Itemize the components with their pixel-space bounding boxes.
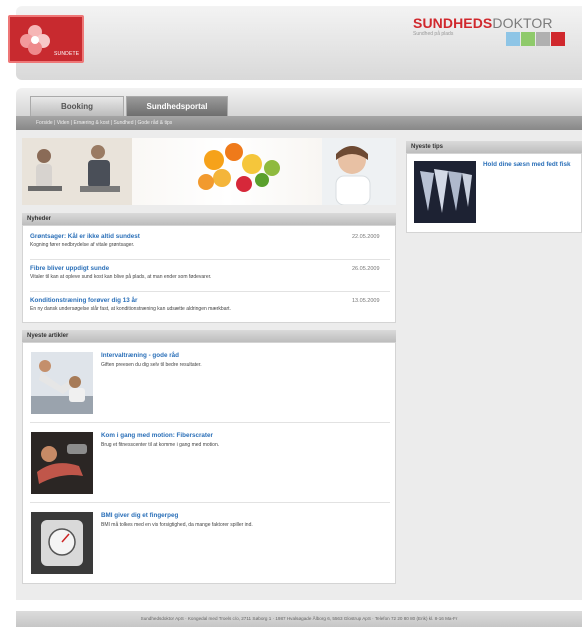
news-item-title[interactable]: Fibre bliver uppdigt sunde	[30, 265, 109, 272]
breadcrumb[interactable]: Forside | Viden | Ernæring & kost | Sund…	[16, 116, 582, 130]
news-divider	[30, 259, 390, 260]
article-thumbnail-image	[31, 352, 93, 414]
hero-banner-illustration	[22, 138, 396, 205]
site-logo[interactable]: SUNDETE	[8, 15, 84, 63]
news-item-date: 22.05.2009	[352, 234, 380, 240]
tab-booking[interactable]: Booking	[30, 96, 124, 116]
logo-flower-icon	[20, 25, 50, 55]
news-divider	[30, 291, 390, 292]
news-item-text: En ny dansk undersøgelse slår fast, at k…	[30, 306, 231, 312]
brand-name-part2: DOKTOR	[492, 15, 553, 31]
logo-text: SUNDETE	[54, 51, 80, 57]
hero-banner	[22, 138, 396, 205]
news-item-text: Vitaler til kan at opleve sund kost kan …	[30, 274, 212, 280]
news-item-date: 26.05.2009	[352, 266, 380, 272]
article-thumbnail-image	[31, 432, 93, 494]
article-text: BMI må tolkes med en vis forsigtighed, d…	[101, 522, 253, 528]
swatch-green	[521, 32, 535, 46]
tip-thumbnail-image	[414, 161, 476, 223]
swatch-red	[551, 32, 565, 46]
swatch-grey	[536, 32, 550, 46]
brand-name-part1: SUNDHEDS	[413, 15, 493, 31]
articles-heading: Nyeste artikler	[22, 330, 396, 342]
brand-tagline: Sundhed på plads	[413, 31, 454, 37]
article-text: Giften preesen du dig selv til bedre res…	[101, 362, 202, 368]
swatch-blue	[506, 32, 520, 46]
article-title[interactable]: Intervaltræning - gode råd	[101, 352, 179, 359]
tips-heading: Nyeste tips	[406, 141, 582, 153]
article-title[interactable]: BMI giver dig et fingerpeg	[101, 512, 178, 519]
article-divider	[30, 502, 390, 503]
news-item-title[interactable]: Konditionstræning forøver dig 13 år	[30, 297, 137, 304]
article-text: Brug et fitnesscenter til at komme i gan…	[101, 442, 220, 448]
news-item-title[interactable]: Grøntsager: Kål er ikke altid sundest	[30, 233, 140, 240]
tip-title[interactable]: Hold dine sæsn med fedt fisk	[483, 161, 577, 169]
article-thumbnail[interactable]	[31, 352, 93, 414]
brand-swatches	[506, 32, 565, 46]
brand-wordmark[interactable]: SUNDHEDSDOKTOR	[413, 15, 553, 31]
news-item-text: Kogning fører nedbrydelse af vitale grøn…	[30, 242, 135, 248]
article-thumbnail[interactable]	[31, 432, 93, 494]
news-item-date: 13.05.2009	[352, 298, 380, 304]
article-thumbnail[interactable]	[31, 512, 93, 574]
site-footer: Sundhedsdoktor ApS · Kongedal med Troels…	[16, 611, 582, 627]
tab-sundhedsportal[interactable]: Sundhedsportal	[126, 96, 228, 116]
news-heading: Nyheder	[22, 213, 396, 225]
tip-thumbnail[interactable]	[414, 161, 476, 223]
article-title[interactable]: Kom i gang med motion: Fiberscrater	[101, 432, 213, 439]
article-thumbnail-image	[31, 512, 93, 574]
article-divider	[30, 422, 390, 423]
